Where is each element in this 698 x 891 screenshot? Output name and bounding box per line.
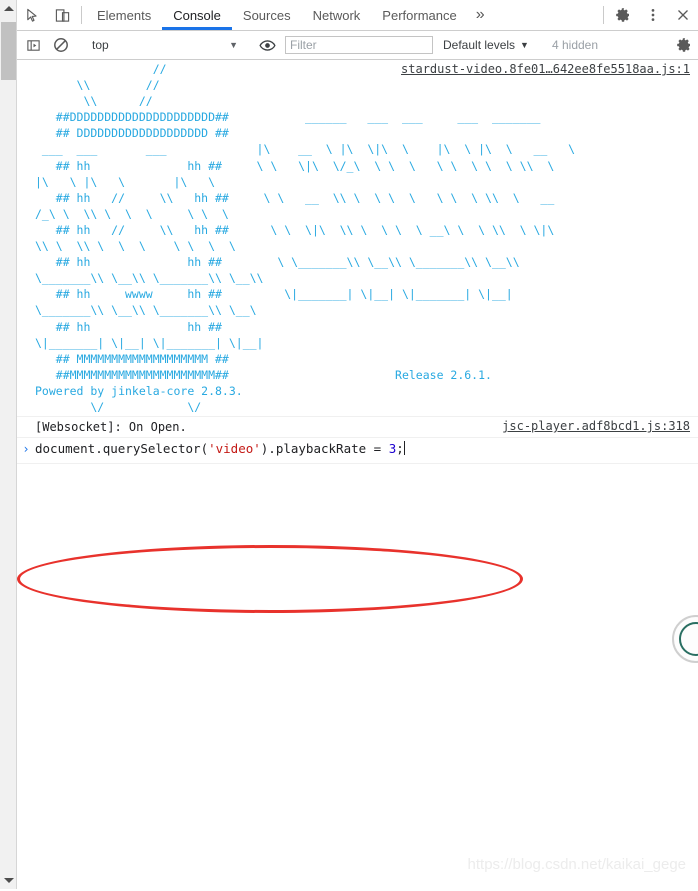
- chevron-double-right-icon: »: [475, 6, 485, 23]
- console-log-entry-websocket[interactable]: jsc-player.adf8bcd1.js:318 [Websocket]: …: [17, 417, 698, 439]
- console-message-list[interactable]: stardust-video.8fe01…642ee8fe5518aa.js:1…: [17, 60, 698, 891]
- edge-circle-widget[interactable]: [672, 615, 698, 663]
- tab-network[interactable]: Network: [302, 0, 372, 30]
- log-source-link[interactable]: jsc-player.adf8bcd1.js:318: [502, 419, 690, 433]
- scrollbar-down-arrow[interactable]: [0, 872, 17, 889]
- watermark-text: https://blog.csdn.net/kaikai_gege: [467, 856, 686, 873]
- tab-performance[interactable]: Performance: [371, 0, 467, 30]
- console-sidebar-toggle-button[interactable]: [19, 31, 47, 59]
- close-devtools-button[interactable]: [668, 0, 698, 30]
- tab-sources-label: Sources: [242, 7, 291, 23]
- close-icon: [676, 8, 690, 22]
- live-expression-button[interactable]: [253, 31, 281, 59]
- chevron-down-icon: ▼: [520, 40, 529, 50]
- tab-network-label: Network: [312, 7, 361, 23]
- tab-sources[interactable]: Sources: [232, 0, 302, 30]
- eye-icon: [258, 37, 276, 54]
- console-filter-bar: top ▼ Default levels ▼ 4 hidden: [17, 31, 698, 60]
- clear-console-icon: [53, 37, 69, 53]
- scrollbar-thumb[interactable]: [1, 22, 16, 80]
- text-cursor: [403, 441, 405, 456]
- page-scrollbar[interactable]: [0, 0, 17, 889]
- filterbar-right-group: [670, 31, 698, 59]
- hidden-messages-count[interactable]: 4 hidden: [544, 38, 606, 52]
- tab-elements-label: Elements: [97, 7, 152, 23]
- console-banner-entry[interactable]: stardust-video.8fe01…642ee8fe5518aa.js:1…: [17, 60, 698, 418]
- console-sidebar-icon: [26, 38, 41, 53]
- devtools-panel: Elements Console Sources Network Perform…: [17, 0, 698, 891]
- code-suffix: ;: [396, 441, 404, 457]
- toolbar-divider-2: [603, 6, 604, 24]
- console-settings-button[interactable]: [670, 31, 698, 59]
- toolbar-divider-1: [81, 6, 82, 24]
- code-middle: ).playbackRate =: [260, 441, 389, 457]
- inspect-cursor-icon: [25, 8, 40, 23]
- console-prompt-input[interactable]: document.querySelector('video').playback…: [35, 440, 405, 458]
- inspect-element-button[interactable]: [17, 0, 47, 30]
- triangle-up-icon: [3, 6, 14, 11]
- settings-button[interactable]: [608, 0, 638, 30]
- code-string-literal: 'video': [208, 441, 261, 457]
- devtools-tabbar: Elements Console Sources Network Perform…: [17, 0, 698, 31]
- more-tabs-button[interactable]: »: [468, 0, 493, 30]
- chevron-down-icon: ▼: [229, 40, 238, 50]
- scrollbar-up-arrow[interactable]: [0, 0, 17, 17]
- ascii-art-banner: // \\ // \\ // ##DDDDDDDDDDDDDDDDDDDDD##…: [35, 62, 576, 414]
- tab-console-label: Console: [173, 7, 221, 23]
- execution-context-selector[interactable]: top ▼: [84, 31, 244, 59]
- device-toolbar-icon: [55, 8, 70, 23]
- gear-icon: [615, 7, 631, 23]
- edge-circle-inner-ring: [679, 622, 698, 656]
- kebab-menu-icon: [646, 7, 660, 23]
- tab-performance-label: Performance: [382, 7, 457, 23]
- console-settings-gear-icon: [676, 37, 692, 53]
- log-levels-dropdown[interactable]: Default levels ▼: [437, 38, 535, 52]
- banner-source-link[interactable]: stardust-video.8fe01…642ee8fe5518aa.js:1: [401, 62, 690, 76]
- log-levels-label: Default levels: [443, 38, 516, 52]
- console-prompt-row[interactable]: › document.querySelector('video').playba…: [17, 438, 698, 465]
- tab-elements[interactable]: Elements: [86, 0, 162, 30]
- main-menu-button[interactable]: [638, 0, 668, 30]
- tabbar-right-group: [599, 0, 698, 30]
- triangle-down-icon: [3, 878, 14, 883]
- red-ellipse-annotation: [17, 545, 523, 613]
- tab-console[interactable]: Console: [162, 0, 232, 30]
- prompt-arrow-icon: ›: [22, 442, 30, 457]
- clear-console-button[interactable]: [47, 31, 75, 59]
- device-toolbar-button[interactable]: [47, 0, 77, 30]
- filter-input[interactable]: [285, 36, 433, 54]
- code-prefix: document.querySelector(: [35, 441, 209, 457]
- execution-context-label: top: [92, 38, 109, 52]
